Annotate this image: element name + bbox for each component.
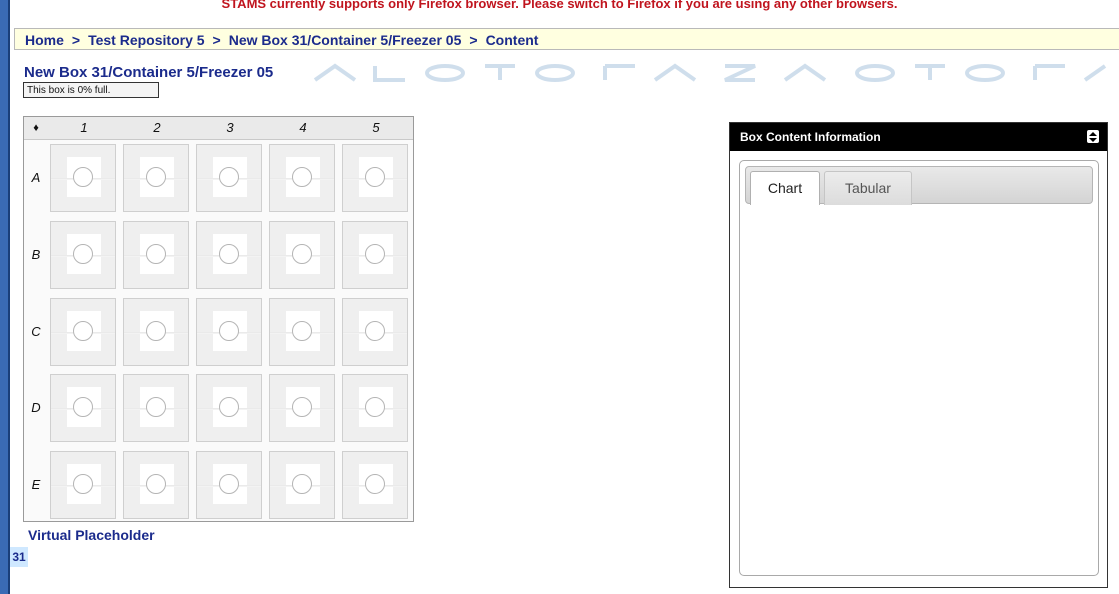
window-frame-left [0, 0, 8, 594]
grid-slot[interactable] [269, 374, 335, 442]
grid-slot[interactable] [50, 451, 116, 519]
empty-slot-circle-icon [219, 244, 239, 264]
empty-slot-circle-icon [146, 397, 166, 417]
grid-slot[interactable] [342, 374, 408, 442]
up-down-arrows-icon-glyph [1089, 131, 1097, 142]
panel-header: Box Content Information [730, 123, 1107, 151]
page-title: New Box 31/Container 5/Freezer 05 [24, 64, 274, 81]
grid-slot[interactable] [269, 144, 335, 212]
grid-slot[interactable] [196, 451, 262, 519]
grid-slot[interactable] [269, 298, 335, 366]
empty-slot-circle-icon [365, 167, 385, 187]
empty-slot-circle-icon [219, 167, 239, 187]
empty-slot-circle-icon [146, 321, 166, 341]
breadcrumb-separator: > [212, 32, 221, 48]
decorative-watermark [313, 63, 1107, 82]
grid-slot[interactable] [196, 144, 262, 212]
empty-slot-circle-icon [146, 167, 166, 187]
empty-slot-circle-icon [73, 321, 93, 341]
breadcrumb-separator: > [469, 32, 478, 48]
empty-slot-circle-icon [73, 244, 93, 264]
grid-slot[interactable] [196, 221, 262, 289]
empty-slot-circle-icon [365, 321, 385, 341]
empty-slot-circle-icon [292, 244, 312, 264]
breadcrumb: Home > Test Repository 5 > New Box 31/Contai… [14, 28, 1119, 50]
browser-warning-text: STAMS currently supports only Firefox br… [221, 0, 898, 11]
row-header-b: B [31, 247, 41, 262]
empty-slot-circle-icon [292, 321, 312, 341]
grid-slot[interactable] [269, 451, 335, 519]
empty-slot-circle-icon [219, 474, 239, 494]
empty-slot-circle-icon [73, 474, 93, 494]
tab-tabular[interactable]: Tabular [824, 171, 912, 205]
grid-header-row: ♦ 1 2 3 4 5 [24, 117, 413, 140]
grid-slot[interactable] [269, 221, 335, 289]
box-content-panel: Box Content Information Chart Tabular [729, 122, 1108, 588]
grid-slot[interactable] [196, 374, 262, 442]
grid-slot[interactable] [342, 298, 408, 366]
empty-slot-circle-icon [365, 244, 385, 264]
breadcrumb-content[interactable]: Content [486, 32, 539, 48]
grid-slot[interactable] [196, 298, 262, 366]
breadcrumb-home[interactable]: Home [25, 32, 64, 48]
browser-warning-banner: STAMS currently supports only Firefox br… [0, 0, 1119, 20]
grid-slot[interactable] [342, 451, 408, 519]
row-header-c: C [31, 324, 41, 339]
up-down-arrows-icon[interactable] [1087, 130, 1099, 143]
breadcrumb-repository[interactable]: Test Repository 5 [88, 32, 204, 48]
grid-corner-diamond-icon: ♦ [33, 122, 39, 134]
row-header-e: E [31, 477, 41, 492]
grid-slot[interactable] [123, 451, 189, 519]
column-header-3: 3 [226, 120, 234, 135]
grid-slot[interactable] [123, 374, 189, 442]
empty-slot-circle-icon [365, 397, 385, 417]
empty-slot-circle-icon [73, 167, 93, 187]
tab-chart[interactable]: Chart [750, 171, 820, 205]
box-fill-status: This box is 0% full. [23, 82, 159, 98]
column-header-5: 5 [372, 120, 380, 135]
panel-tab-bar: Chart Tabular [745, 166, 1093, 205]
grid-slot[interactable] [123, 221, 189, 289]
grid-slot[interactable] [123, 144, 189, 212]
box-grid: ♦ 1 2 3 4 5 A B C D E [23, 116, 414, 522]
grid-slot[interactable] [50, 298, 116, 366]
virtual-placeholder-label: Virtual Placeholder [28, 527, 155, 543]
corner-badge: 31 [10, 547, 28, 567]
panel-content: Chart Tabular [739, 160, 1099, 576]
empty-slot-circle-icon [292, 474, 312, 494]
empty-slot-circle-icon [292, 397, 312, 417]
empty-slot-circle-icon [219, 397, 239, 417]
empty-slot-circle-icon [146, 244, 166, 264]
empty-slot-circle-icon [219, 321, 239, 341]
breadcrumb-box[interactable]: New Box 31/Container 5/Freezer 05 [229, 32, 462, 48]
panel-title: Box Content Information [740, 130, 881, 144]
column-header-2: 2 [153, 120, 161, 135]
grid-slot[interactable] [50, 144, 116, 212]
empty-slot-circle-icon [146, 474, 166, 494]
empty-slot-circle-icon [365, 474, 385, 494]
grid-slot[interactable] [123, 298, 189, 366]
row-header-d: D [31, 400, 41, 415]
column-header-4: 4 [299, 120, 307, 135]
grid-slot[interactable] [50, 374, 116, 442]
window-frame-inner [8, 0, 10, 594]
breadcrumb-separator: > [71, 32, 81, 48]
column-header-1: 1 [80, 120, 88, 135]
row-header-a: A [31, 170, 41, 185]
grid-slot[interactable] [50, 221, 116, 289]
grid-slot[interactable] [342, 221, 408, 289]
grid-slot[interactable] [342, 144, 408, 212]
empty-slot-circle-icon [73, 397, 93, 417]
empty-slot-circle-icon [292, 167, 312, 187]
